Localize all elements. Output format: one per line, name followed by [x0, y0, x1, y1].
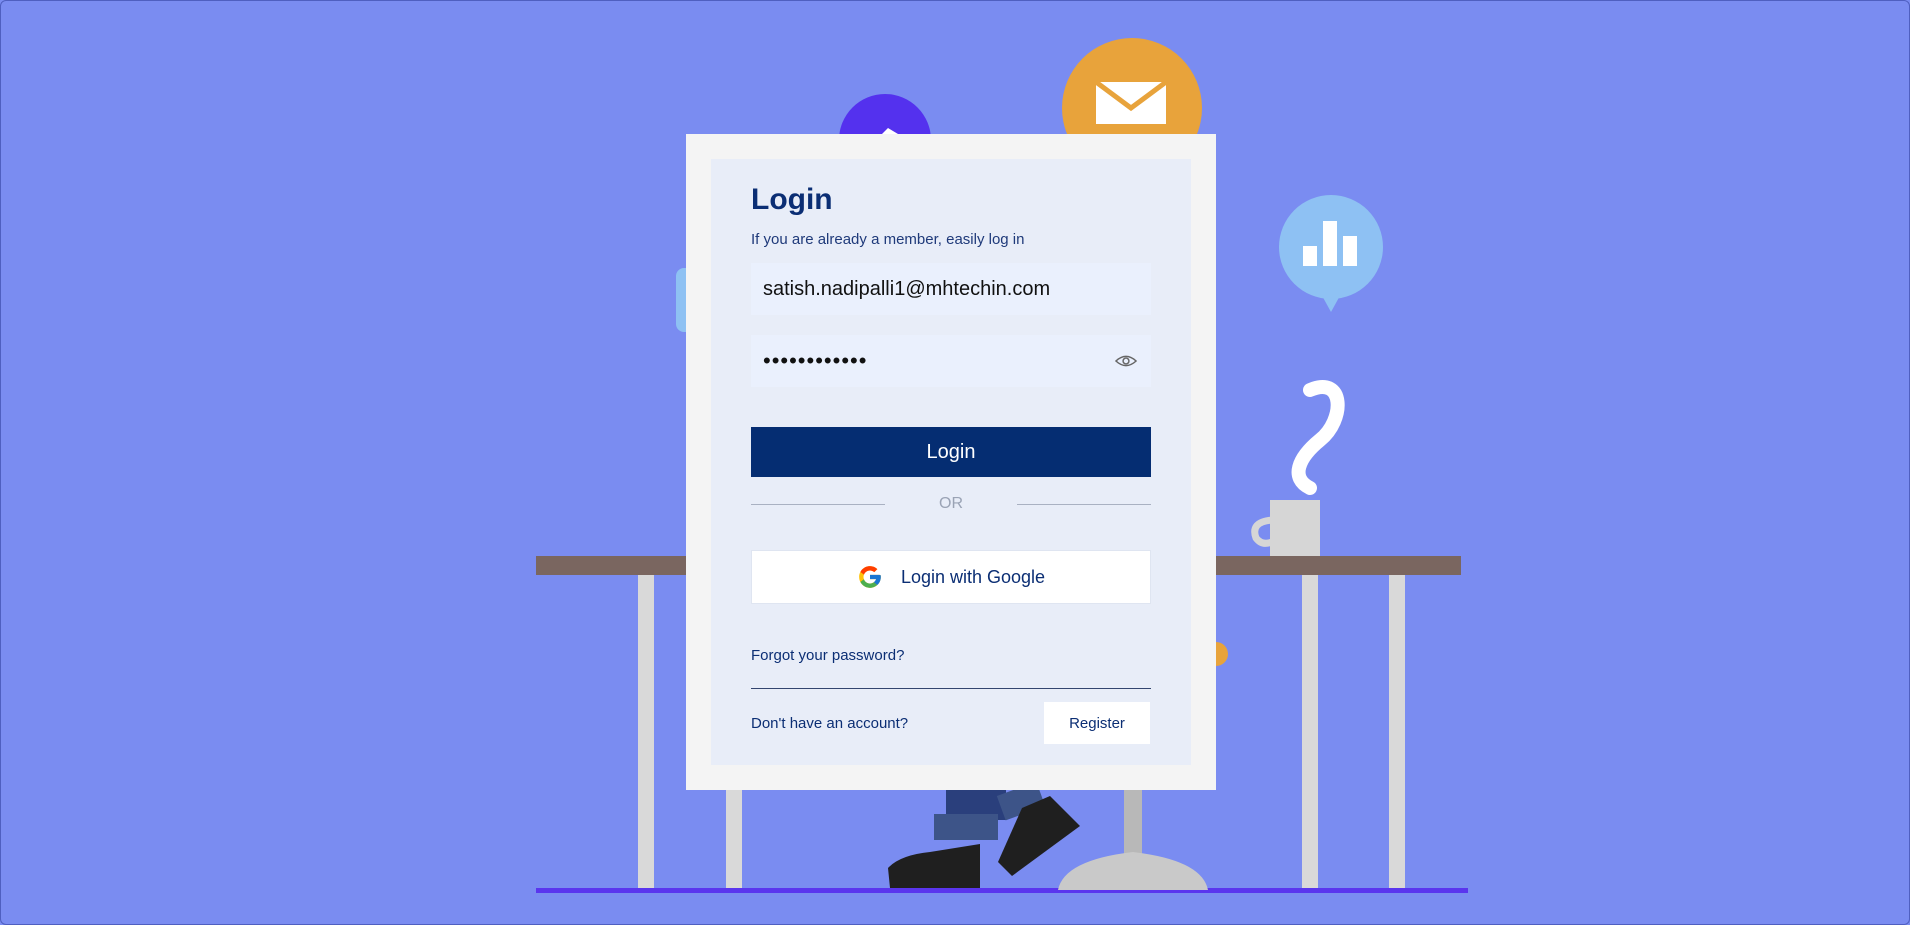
google-login-label: Login with Google [900, 566, 1046, 587]
coffee-steam [1291, 380, 1345, 495]
coffee-cup [1270, 500, 1320, 556]
person-cuff [934, 814, 998, 840]
login-title: Login [751, 183, 833, 216]
login-panel: Login If you are already a member, easil… [711, 159, 1191, 765]
desk-leg [1389, 575, 1405, 888]
password-input[interactable] [751, 335, 1151, 387]
desk-leg [1302, 575, 1318, 888]
no-account-text: Don't have an account? [751, 715, 909, 732]
login-subtitle: If you are already a member, easily log … [751, 231, 1025, 248]
google-icon [859, 566, 881, 588]
email-input[interactable] [751, 263, 1151, 315]
google-login-button[interactable]: Login with Google [751, 550, 1151, 604]
floor-line [536, 888, 1468, 893]
coffee-cup-handle [1251, 516, 1274, 547]
or-divider: OR [751, 489, 1151, 519]
forgot-password-link[interactable]: Forgot your password? [751, 647, 904, 664]
eye-icon[interactable] [1115, 352, 1137, 370]
footer-divider [751, 688, 1151, 689]
person-shoe [888, 844, 980, 888]
login-card: Login If you are already a member, easil… [686, 134, 1216, 790]
register-button[interactable]: Register [1044, 702, 1150, 744]
bar-chart-icon [1279, 195, 1383, 312]
login-button[interactable]: Login [751, 427, 1151, 477]
desk-leg [638, 575, 654, 888]
chair-base [1058, 852, 1208, 890]
or-text: OR [939, 495, 963, 512]
chair-stem [1124, 780, 1142, 860]
